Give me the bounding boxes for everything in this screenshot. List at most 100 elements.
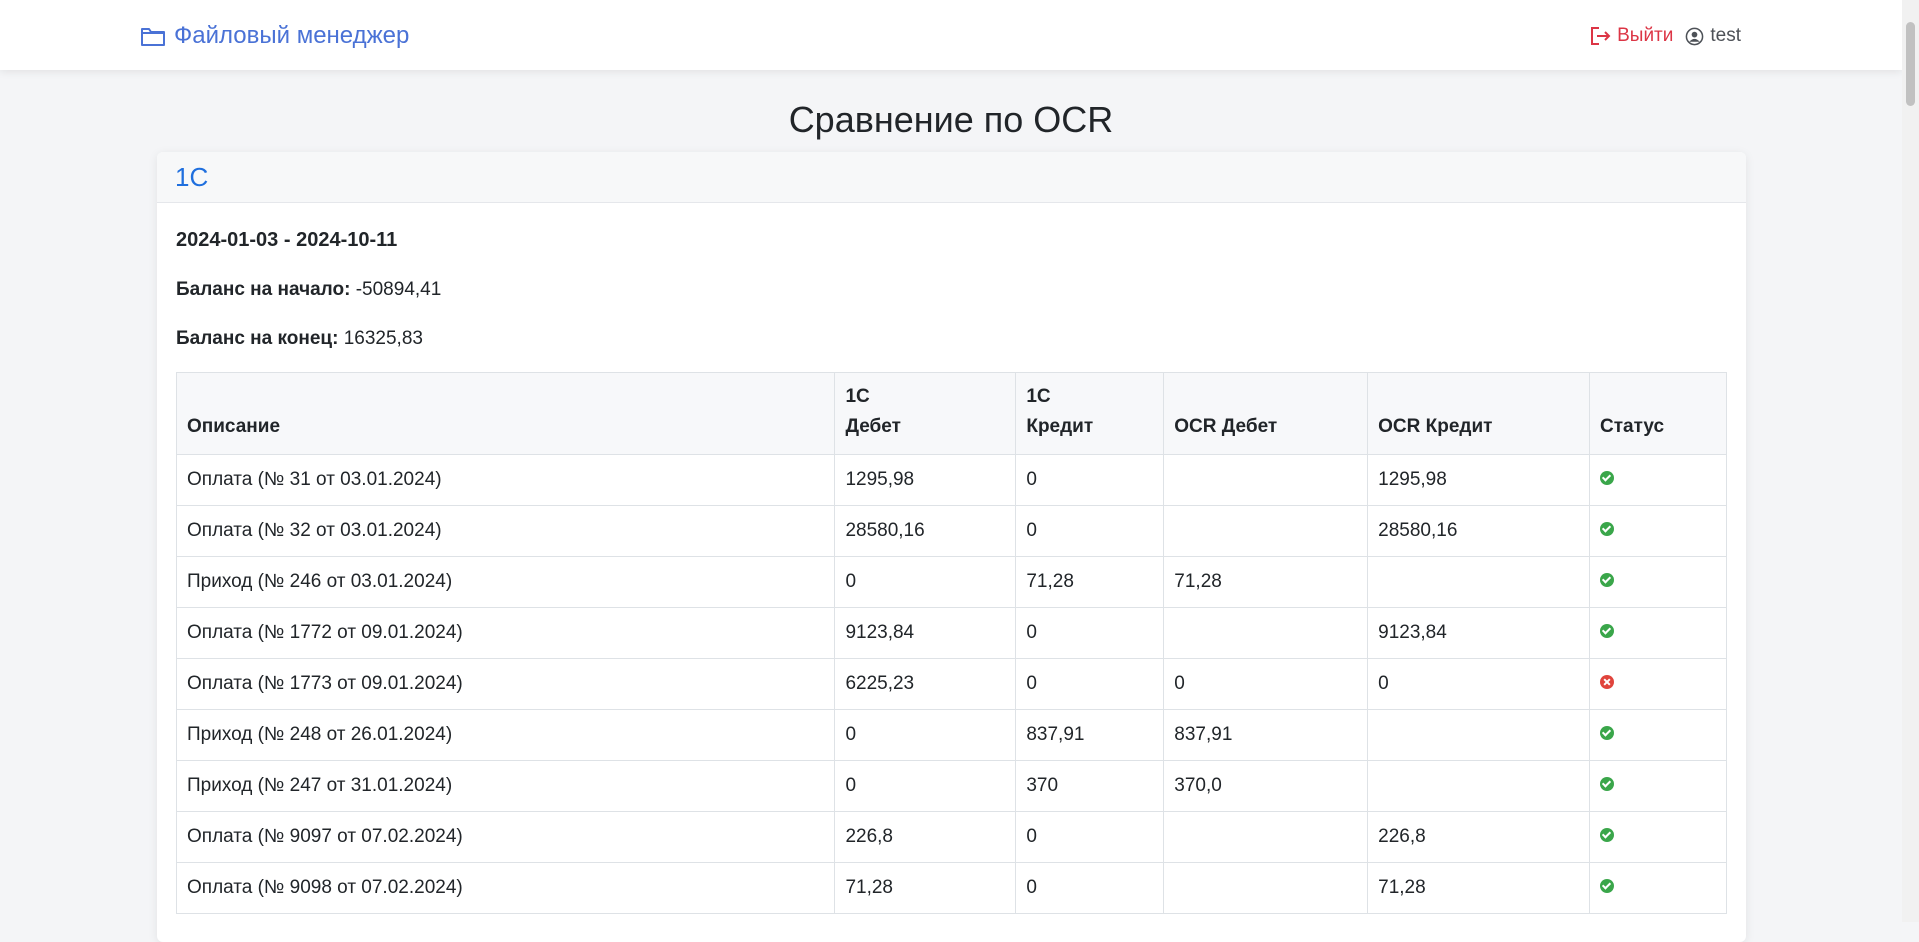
page-scrollbar[interactable] [1902,0,1919,922]
cell-description: Оплата (№ 32 от 03.01.2024) [175,505,836,557]
nav-right: Выйти test [1589,22,1741,50]
user-circle-icon [1686,27,1704,45]
x-circle-icon [1600,675,1615,689]
cell-1c-debit: 226,8 [834,811,1017,863]
cell-description: Приход (№ 247 от 31.01.2024) [175,760,836,812]
card-header: 1С [157,152,1746,203]
comparison-card: 1С 2024-01-03 - 2024-10-11 Баланс на нач… [157,152,1746,942]
cell-ocr-credit: 71,28 [1367,862,1591,914]
cell-description: Приход (№ 248 от 26.01.2024) [175,709,836,761]
cell-description: Оплата (№ 1772 от 09.01.2024) [175,607,836,659]
cell-status [1589,760,1727,812]
balance-end-value: 16325,83 [343,328,423,349]
cell-1c-debit: 1295,98 [834,454,1017,506]
cell-ocr-credit: 1295,98 [1367,454,1591,506]
balance-end: Баланс на конец: 16325,83 [176,328,1727,350]
cell-description: Оплата (№ 31 от 03.01.2024) [175,454,836,506]
th-ocr-credit: OCR Кредит [1367,372,1591,455]
logout-label: Выйти [1617,25,1674,46]
brand-link[interactable]: Файловый менеджер [140,20,409,52]
table-row: Оплата (№ 1772 от 09.01.2024) 9123,84 0 912… [175,607,1727,659]
cell-1c-credit: 0 [1015,658,1165,710]
cell-status [1589,454,1727,506]
table-row: Оплата (№ 32 от 03.01.2024) 28580,16 0 2858… [175,505,1727,557]
table-row: Приход (№ 248 от 26.01.2024) 0 837,91 837,9… [175,709,1727,761]
top-navbar: Файловый менеджер Выйти test [0,0,1902,70]
user-menu[interactable]: test [1685,25,1741,47]
cell-ocr-debit [1163,607,1369,659]
cell-1c-credit: 71,28 [1015,556,1165,608]
cell-ocr-credit: 0 [1367,658,1591,710]
cell-ocr-credit [1367,709,1591,761]
cell-1c-debit: 0 [834,760,1017,812]
scrollbar-thumb[interactable] [1906,22,1915,106]
cell-1c-debit: 0 [834,556,1017,608]
table-row: Приход (№ 246 от 03.01.2024) 0 71,28 71,28 [175,556,1727,608]
check-circle-icon [1600,471,1615,485]
cell-ocr-debit [1163,811,1369,863]
table-row: Оплата (№ 1773 от 09.01.2024) 6225,23 0 0 0 [175,658,1727,710]
cell-ocr-credit [1367,556,1591,608]
cell-1c-credit: 837,91 [1015,709,1165,761]
balance-start-label: Баланс на начало: [176,279,351,300]
table-row: Оплата (№ 9097 от 07.02.2024) 226,8 0 226,8 [175,811,1727,863]
cell-ocr-credit: 9123,84 [1367,607,1591,659]
cell-1c-debit: 0 [834,709,1017,761]
cell-1c-debit: 9123,84 [834,607,1017,659]
cell-1c-debit: 28580,16 [834,505,1017,557]
cell-description: Оплата (№ 1773 от 09.01.2024) [175,658,836,710]
cell-ocr-debit: 837,91 [1163,709,1369,761]
folder-icon [141,28,165,46]
cell-ocr-debit [1163,454,1369,506]
th-ocr-debit: OCR Дебет [1163,372,1369,455]
table-header-row: Описание 1С Дебет 1С Кредит OCR Дебет OC… [175,372,1727,455]
logout-icon [1591,27,1611,45]
balance-end-label: Баланс на конец: [176,328,339,349]
cell-ocr-debit [1163,862,1369,914]
th-1c-credit: 1С Кредит [1015,372,1165,455]
brand-label: Файловый менеджер [174,22,410,49]
check-circle-icon [1600,522,1615,536]
check-circle-icon [1600,624,1615,638]
check-circle-icon [1600,726,1615,740]
check-circle-icon [1600,573,1615,587]
card-body: 2024-01-03 - 2024-10-11 Баланс на начало… [157,229,1746,914]
check-circle-icon [1600,777,1615,791]
cell-ocr-debit [1163,505,1369,557]
logout-button[interactable]: Выйти [1589,25,1673,47]
page-title: Сравнение по OCR [788,99,1114,140]
th-status: Статус [1589,372,1727,455]
cell-description: Оплата (№ 9097 от 07.02.2024) [175,811,836,863]
cell-status [1589,607,1727,659]
comparison-table: Описание 1С Дебет 1С Кредит OCR Дебет OC… [175,372,1727,914]
table-row: Приход (№ 247 от 31.01.2024) 0 370 370,0 [175,760,1727,812]
cell-ocr-debit: 0 [1163,658,1369,710]
cell-ocr-credit [1367,760,1591,812]
cell-1c-debit: 6225,23 [834,658,1017,710]
cell-1c-credit: 370 [1015,760,1165,812]
table-row: Оплата (№ 9098 от 07.02.2024) 71,28 0 71,28 [175,862,1727,914]
cell-1c-credit: 0 [1015,505,1165,557]
cell-status [1589,811,1727,863]
balance-start: Баланс на начало: -50894,41 [176,279,1727,301]
cell-status [1589,658,1727,710]
cell-description: Оплата (№ 9098 от 07.02.2024) [175,862,836,914]
cell-ocr-debit: 71,28 [1163,556,1369,608]
cell-status [1589,505,1727,557]
cell-1c-credit: 0 [1015,862,1165,914]
table-row: Оплата (№ 31 от 03.01.2024) 1295,98 0 1295,… [175,454,1727,506]
cell-description: Приход (№ 246 от 03.01.2024) [175,556,836,608]
check-circle-icon [1600,828,1615,842]
cell-1c-credit: 0 [1015,811,1165,863]
cell-status [1589,556,1727,608]
cell-ocr-credit: 226,8 [1367,811,1591,863]
th-description: Описание [175,372,836,455]
cell-1c-debit: 71,28 [834,862,1017,914]
cell-1c-credit: 0 [1015,454,1165,506]
username: test [1710,25,1741,46]
cell-ocr-debit: 370,0 [1163,760,1369,812]
cell-status [1589,862,1727,914]
cell-ocr-credit: 28580,16 [1367,505,1591,557]
check-circle-icon [1600,879,1615,893]
period-range: 2024-01-03 - 2024-10-11 [176,229,398,251]
